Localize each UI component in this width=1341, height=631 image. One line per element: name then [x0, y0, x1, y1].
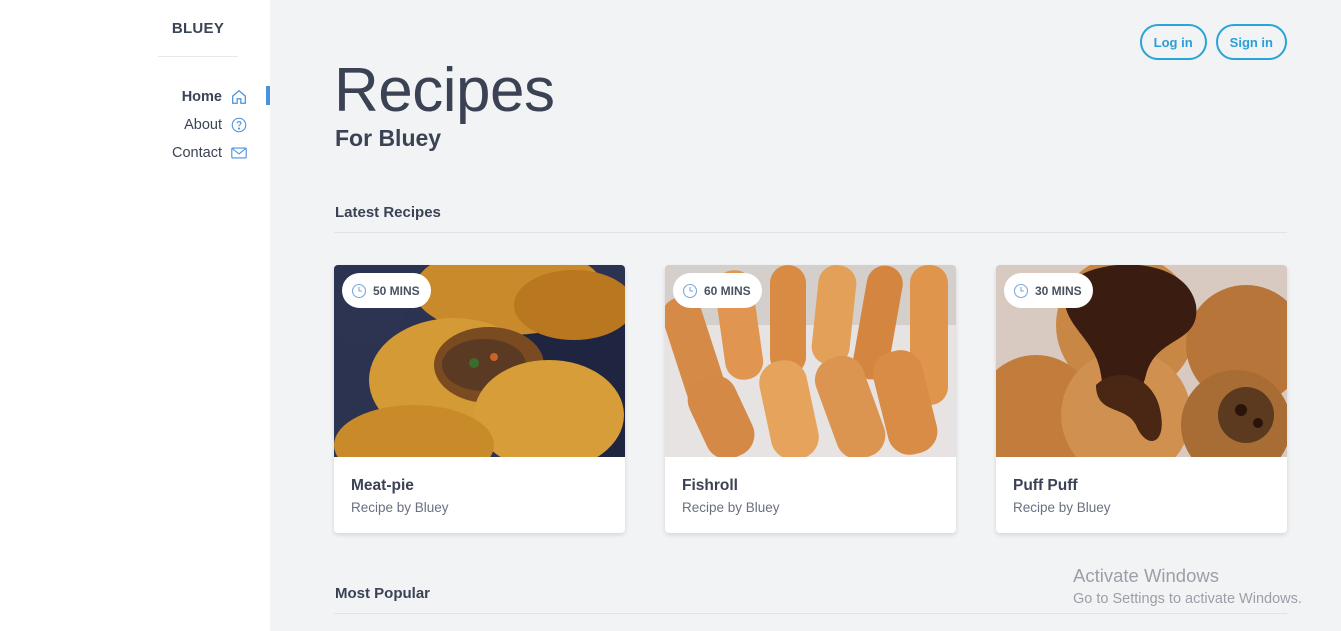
time-label: 60 MINS — [704, 283, 751, 298]
auth-buttons: Log in Sign in — [1139, 24, 1287, 60]
active-indicator — [266, 86, 270, 105]
time-label: 50 MINS — [373, 283, 420, 298]
recipe-author: Recipe by Bluey — [682, 500, 780, 515]
nav-item-about[interactable]: About — [184, 111, 248, 139]
nav-item-label: Contact — [172, 145, 222, 161]
time-badge: 30 MINS — [1004, 273, 1093, 308]
divider — [334, 613, 1287, 614]
page-subtitle: For Bluey — [335, 125, 442, 151]
signin-button[interactable]: Sign in — [1215, 24, 1287, 60]
recipe-name: Fishroll — [682, 477, 738, 494]
sidebar: BLUEY Home About Contact — [0, 0, 270, 631]
page-title: Recipes — [334, 56, 555, 125]
brand-logo[interactable]: BLUEY — [158, 20, 238, 37]
clock-icon — [1013, 283, 1029, 298]
time-badge: 60 MINS — [673, 273, 762, 308]
divider — [158, 56, 238, 57]
divider — [334, 232, 1287, 233]
sidebar-nav: Home About Contact — [172, 83, 248, 167]
time-badge: 50 MINS — [342, 273, 431, 308]
recipe-card[interactable]: 60 MINS Fishroll Recipe by Bluey — [665, 265, 956, 533]
login-button[interactable]: Log in — [1139, 24, 1207, 60]
recipe-name: Puff Puff — [1013, 477, 1078, 494]
recipe-card[interactable]: 30 MINS Puff Puff Recipe by Bluey — [996, 265, 1287, 533]
time-label: 30 MINS — [1035, 283, 1082, 298]
home-icon — [232, 89, 246, 104]
clock-icon — [351, 283, 367, 298]
nav-item-home[interactable]: Home — [182, 83, 248, 111]
watermark-title: Activate Windows — [1073, 565, 1219, 586]
mail-icon — [231, 147, 247, 159]
clock-icon — [682, 283, 698, 298]
section-title-popular: Most Popular — [335, 585, 431, 602]
watermark-subtitle: Go to Settings to activate Windows. — [1073, 591, 1302, 607]
nav-item-label: Home — [181, 89, 222, 105]
recipe-author: Recipe by Bluey — [1013, 500, 1111, 515]
section-title-latest: Latest Recipes — [335, 204, 441, 221]
recipe-name: Meat-pie — [351, 477, 414, 494]
question-icon — [231, 117, 247, 133]
activate-windows-watermark: Activate Windows Go to Settings to activ… — [1073, 565, 1302, 607]
recipe-card[interactable]: 50 MINS Meat-pie Recipe by Bluey — [334, 265, 625, 533]
nav-item-contact[interactable]: Contact — [172, 139, 248, 167]
recipe-author: Recipe by Bluey — [351, 500, 449, 515]
nav-item-label: About — [184, 117, 222, 133]
